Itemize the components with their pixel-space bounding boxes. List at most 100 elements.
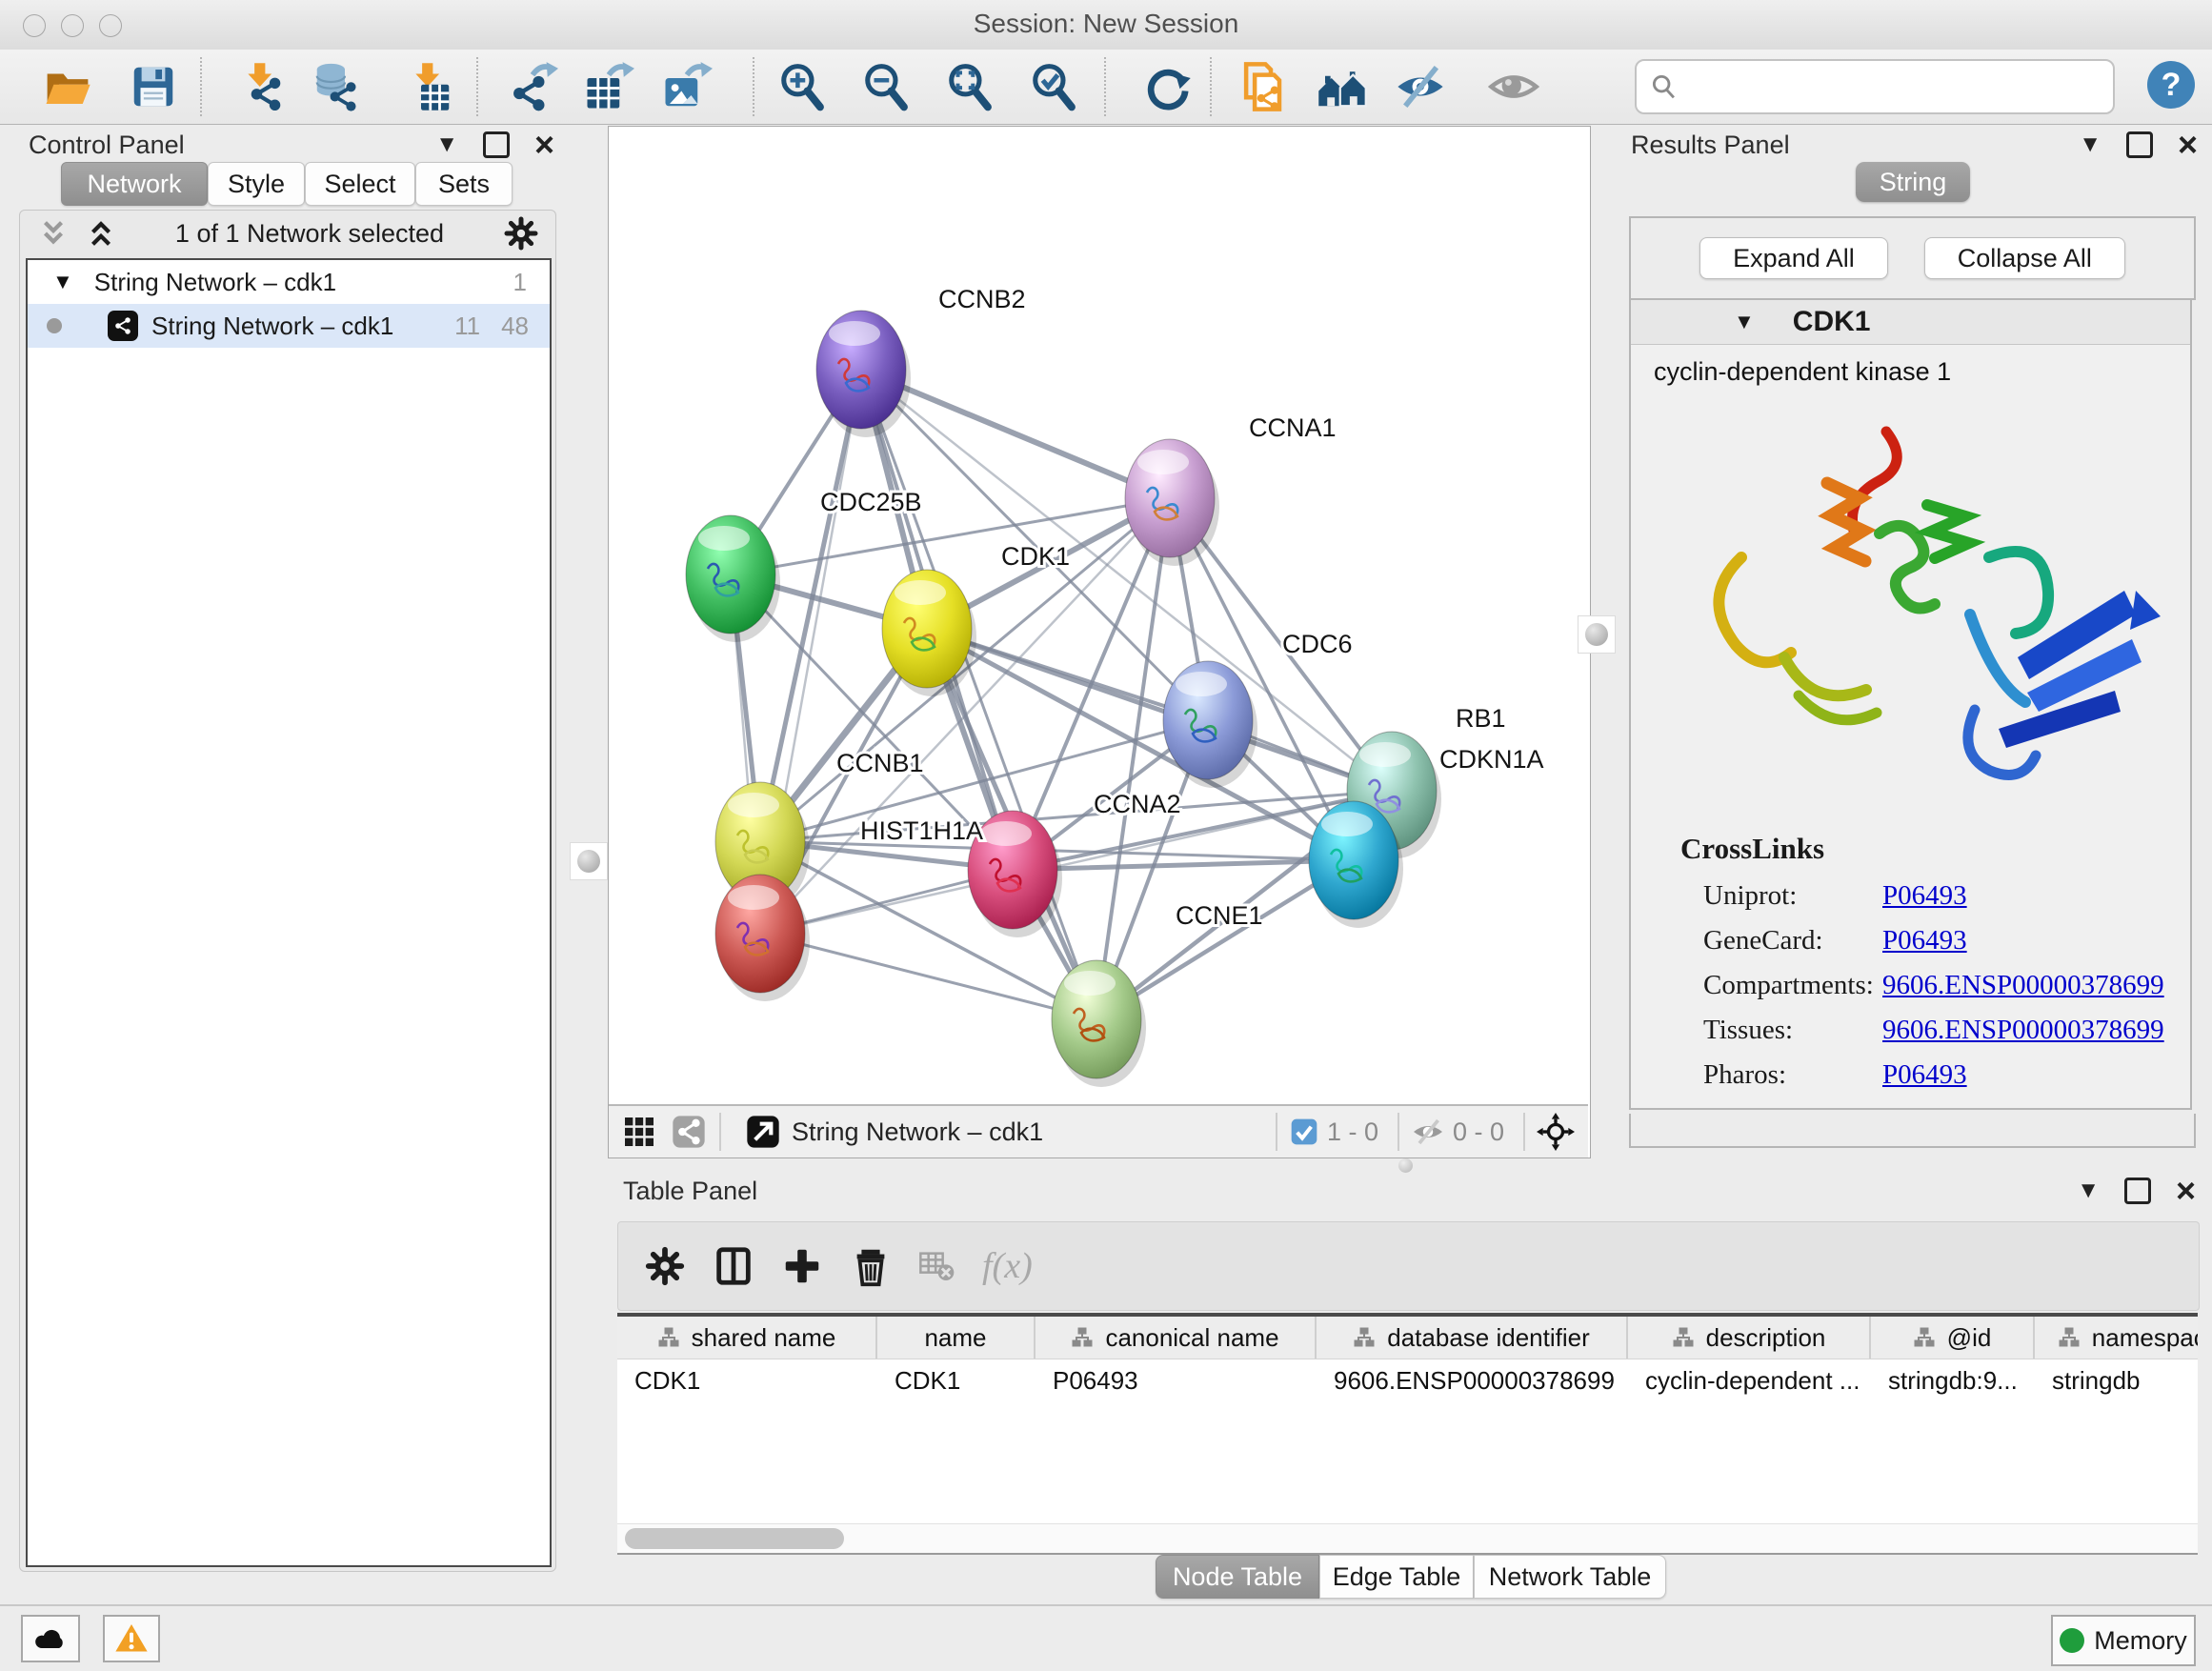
crosslink-link[interactable]: 9606.ENSP00000378699 xyxy=(1882,1015,2164,1046)
cell--id[interactable]: stringdb:9... xyxy=(1871,1359,2035,1401)
hidden-counts: 0 - 0 xyxy=(1453,1117,1504,1147)
grid-view-icon[interactable] xyxy=(620,1113,658,1151)
warnings-button[interactable] xyxy=(103,1615,160,1662)
scrollbar-thumb[interactable] xyxy=(625,1528,844,1549)
tab-node-table[interactable]: Node Table xyxy=(1156,1555,1319,1599)
new-network-from-selection-button[interactable] xyxy=(1237,61,1288,112)
zoom-selected-button[interactable] xyxy=(1029,61,1080,112)
selected-checkbox-icon[interactable] xyxy=(1289,1117,1319,1147)
detach-view-icon[interactable] xyxy=(744,1113,782,1151)
save-session-button[interactable] xyxy=(128,61,179,112)
network-row[interactable]: String Network – cdk1 11 48 xyxy=(28,304,550,348)
cell-description[interactable]: cyclin-dependent ... xyxy=(1628,1359,1871,1401)
expand-all-networks-icon[interactable] xyxy=(85,217,117,250)
network-collection-row[interactable]: ▼ String Network – cdk1 1 xyxy=(28,260,550,304)
export-image-button[interactable] xyxy=(661,61,713,112)
show-all-button[interactable] xyxy=(1488,61,1539,112)
crosslink-link[interactable]: P06493 xyxy=(1882,1059,1967,1091)
float-panel-icon[interactable] xyxy=(2126,131,2153,158)
tab-style[interactable]: Style xyxy=(208,162,305,206)
function-builder-button[interactable]: f(x) xyxy=(982,1245,1033,1287)
control-panel-tabs: NetworkStyleSelectSets xyxy=(61,162,513,206)
collapse-all-networks-icon[interactable] xyxy=(37,217,70,250)
column-header-canonical-name[interactable]: canonical name xyxy=(1036,1317,1317,1359)
network-overview-icon[interactable] xyxy=(670,1113,708,1151)
birds-eye-crosshair-icon[interactable] xyxy=(1537,1113,1575,1151)
node-table[interactable]: shared namenamecanonical namedatabase id… xyxy=(617,1313,2198,1555)
node-ccna1[interactable]: CCNA1 xyxy=(1125,413,1337,566)
crosslink-row: Pharos:P06493 xyxy=(1631,1053,2190,1097)
tab-sets[interactable]: Sets xyxy=(415,162,513,206)
node-section-header[interactable]: ▼ CDK1 xyxy=(1631,300,2190,345)
crosslink-row: Tissues:9606.ENSP00000378699 xyxy=(1631,1008,2190,1053)
tree-caret-icon[interactable]: ▼ xyxy=(52,270,73,294)
tab-network-table[interactable]: Network Table xyxy=(1474,1555,1666,1599)
import-network-database-button[interactable] xyxy=(311,61,362,112)
network-canvas[interactable]: CCNB2 CCNA1 CDC25B CDK1 CDC6 xyxy=(609,127,1588,1104)
table-horizontal-scrollbar[interactable] xyxy=(617,1523,2198,1553)
crosslinks-heading: CrossLinks xyxy=(1680,832,2190,866)
network-options-gear-icon[interactable] xyxy=(502,214,540,252)
node-ccne1[interactable]: CCNE1 xyxy=(1052,901,1263,1087)
apply-layout-button[interactable] xyxy=(1141,61,1193,112)
column-header--id[interactable]: @id xyxy=(1871,1317,2035,1359)
crosslink-link[interactable]: P06493 xyxy=(1882,880,1967,912)
memory-button[interactable]: Memory xyxy=(2051,1615,2196,1666)
help-button[interactable]: ? xyxy=(2147,61,2195,109)
collapse-all-button[interactable]: Collapse All xyxy=(1924,237,2125,279)
table-row[interactable]: CDK1CDK1P064939606.ENSP00000378699cyclin… xyxy=(617,1359,2198,1401)
search-box[interactable] xyxy=(1635,59,2115,114)
collapse-panel-icon[interactable]: ▼ xyxy=(2079,131,2101,158)
delete-column-icon[interactable] xyxy=(849,1244,893,1288)
cell-canonical-name[interactable]: P06493 xyxy=(1036,1359,1317,1401)
column-header-namespace[interactable]: namespace xyxy=(2035,1317,2198,1359)
close-panel-icon[interactable]: × xyxy=(2178,134,2198,155)
zoom-fit-button[interactable] xyxy=(945,61,996,112)
cell-database-identifier[interactable]: 9606.ENSP00000378699 xyxy=(1317,1359,1628,1401)
tab-network[interactable]: Network xyxy=(61,162,208,206)
collapse-panel-icon[interactable]: ▼ xyxy=(2077,1178,2100,1204)
collapse-panel-icon[interactable]: ▼ xyxy=(435,131,458,158)
edge-ccnb2-ccne1[interactable] xyxy=(861,370,1096,1019)
column-header-description[interactable]: description xyxy=(1628,1317,1871,1359)
import-table-file-button[interactable] xyxy=(404,61,455,112)
zoom-in-button[interactable] xyxy=(777,61,829,112)
zoom-out-button[interactable] xyxy=(861,61,913,112)
hidden-eye-icon[interactable] xyxy=(1411,1115,1445,1149)
hide-selected-button[interactable] xyxy=(1395,61,1446,112)
cloud-status-button[interactable] xyxy=(21,1615,80,1662)
float-panel-icon[interactable] xyxy=(2124,1178,2151,1204)
export-network-button[interactable] xyxy=(507,61,558,112)
results-scroll-strip[interactable] xyxy=(1629,1114,2196,1148)
export-table-button[interactable] xyxy=(583,61,634,112)
cell-shared-name[interactable]: CDK1 xyxy=(617,1359,877,1401)
import-network-file-button[interactable] xyxy=(236,61,288,112)
cell-namespace[interactable]: stringdb xyxy=(2035,1359,2198,1401)
column-header-name[interactable]: name xyxy=(877,1317,1036,1359)
crosslink-link[interactable]: 9606.ENSP00000378699 xyxy=(1882,970,2164,1001)
delete-table-icon[interactable] xyxy=(917,1247,955,1285)
tab-select[interactable]: Select xyxy=(305,162,415,206)
table-options-gear-icon[interactable] xyxy=(643,1244,687,1288)
tab-string[interactable]: String xyxy=(1856,162,1970,202)
horizontal-splitter-handle[interactable] xyxy=(1398,1158,1413,1173)
close-panel-icon[interactable]: × xyxy=(2176,1180,2196,1201)
section-caret-icon[interactable]: ▼ xyxy=(1734,310,1755,334)
expand-all-button[interactable]: Expand All xyxy=(1699,237,1888,279)
cell-name[interactable]: CDK1 xyxy=(877,1359,1036,1401)
left-splitter-handle[interactable] xyxy=(570,842,608,880)
float-panel-icon[interactable] xyxy=(483,131,510,158)
right-splitter-handle[interactable] xyxy=(1578,615,1616,654)
tab-edge-table[interactable]: Edge Table xyxy=(1319,1555,1474,1599)
show-columns-icon[interactable] xyxy=(712,1244,755,1288)
column-header-shared-name[interactable]: shared name xyxy=(617,1317,877,1359)
add-column-icon[interactable] xyxy=(780,1244,824,1288)
column-header-database-identifier[interactable]: database identifier xyxy=(1317,1317,1628,1359)
open-session-button[interactable] xyxy=(42,61,93,112)
close-panel-icon[interactable]: × xyxy=(534,134,554,155)
crosslink-link[interactable]: P06493 xyxy=(1882,925,1967,956)
node-ccnb2[interactable]: CCNB2 xyxy=(816,285,1026,437)
edge-hist1h1a-ccne1[interactable] xyxy=(760,934,1096,1019)
search-input[interactable] xyxy=(1686,71,2105,103)
first-neighbors-button[interactable] xyxy=(1317,61,1368,112)
